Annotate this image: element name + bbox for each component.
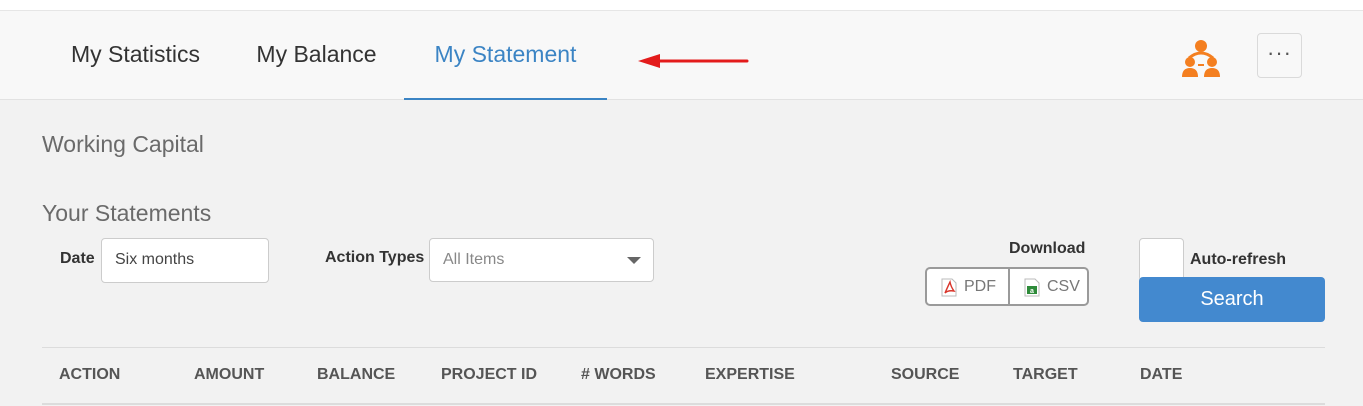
your-statements-heading: Your Statements (42, 200, 212, 226)
red-arrow-icon (638, 54, 749, 68)
tab-my-statement[interactable]: My Statement (404, 11, 607, 100)
pdf-icon (941, 278, 957, 297)
date-input[interactable]: Six months (101, 238, 269, 283)
column-header-expertise[interactable]: EXPERTISE (705, 366, 795, 384)
auto-refresh-checkbox[interactable] (1139, 238, 1184, 281)
column-header-action[interactable]: ACTION (59, 366, 120, 384)
column-header-words[interactable]: # WORDS (581, 366, 656, 384)
column-header-balance[interactable]: BALANCE (317, 366, 395, 384)
download-label: Download (1009, 240, 1086, 257)
csv-icon: a (1024, 278, 1040, 297)
top-navbar: My Statistics My Balance My Statement ··… (0, 10, 1363, 100)
table-header-border (42, 403, 1325, 405)
column-header-amount[interactable]: AMOUNT (194, 366, 264, 384)
date-label: Date (60, 250, 95, 267)
team-icon[interactable] (1181, 37, 1221, 83)
top-strip (0, 0, 1363, 10)
working-capital-heading: Working Capital (42, 131, 204, 157)
csv-label: CSV (1047, 278, 1080, 295)
tab-my-statistics[interactable]: My Statistics (48, 11, 223, 100)
svg-text:a: a (1030, 288, 1034, 295)
column-header-source[interactable]: SOURCE (891, 366, 959, 384)
column-header-project-id[interactable]: PROJECT ID (441, 366, 537, 384)
caret-down-icon (627, 257, 641, 264)
search-button[interactable]: Search (1139, 277, 1325, 322)
column-header-date[interactable]: DATE (1140, 366, 1182, 384)
action-types-select[interactable]: All Items (429, 238, 654, 282)
table-top-border (42, 347, 1325, 348)
action-types-label: Action Types (325, 249, 425, 266)
column-header-target[interactable]: TARGET (1013, 366, 1078, 384)
tab-my-balance[interactable]: My Balance (233, 11, 400, 100)
download-button-group: PDF a CSV (925, 267, 1089, 306)
pdf-label: PDF (964, 278, 996, 295)
action-types-value: All Items (443, 251, 505, 268)
more-options-button[interactable]: ··· (1257, 33, 1302, 78)
auto-refresh-label: Auto-refresh (1190, 251, 1287, 268)
csv-download-button[interactable]: a CSV (1008, 269, 1088, 304)
pdf-download-button[interactable]: PDF (927, 269, 1007, 304)
